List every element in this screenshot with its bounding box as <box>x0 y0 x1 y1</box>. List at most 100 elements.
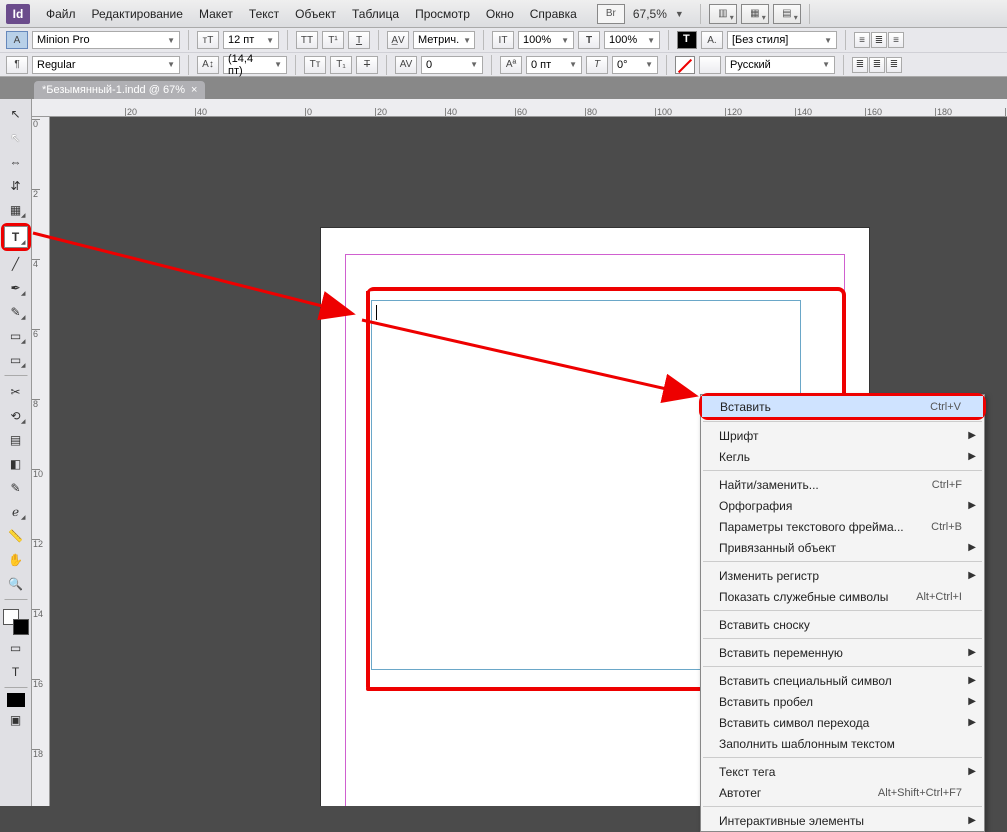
underline-button[interactable]: T <box>348 31 370 49</box>
menu-view[interactable]: Просмотр <box>409 5 476 23</box>
kern-field[interactable]: Метрич.▼ <box>413 31 475 49</box>
document-tab[interactable]: *Безымянный-1.indd @ 67% × <box>34 81 205 99</box>
skew-value: 0° <box>617 59 628 71</box>
rectangle-tool[interactable]: ▭◢ <box>4 349 28 371</box>
page-tool[interactable]: ⇔ <box>4 151 28 173</box>
font-family-field[interactable]: Minion Pro ▼ <box>32 31 180 49</box>
ctx-placeholder[interactable]: Заполнить шаблонным текстом <box>701 733 984 754</box>
note-tool[interactable]: ✎ <box>4 477 28 499</box>
apply-color-button[interactable] <box>7 693 25 707</box>
ctx-footnote[interactable]: Вставить сноску <box>701 614 984 635</box>
char-style-field[interactable]: [Без стиля]▼ <box>727 31 837 49</box>
text-cursor <box>376 305 377 320</box>
hand-tool[interactable]: ✋ <box>4 549 28 571</box>
align-left[interactable]: ≡ <box>854 32 870 48</box>
subscript-button[interactable]: T₁ <box>330 56 352 74</box>
justify-left[interactable]: ≣ <box>852 57 868 73</box>
menu-layout[interactable]: Макет <box>193 5 239 23</box>
pen-tool[interactable]: ✒◢ <box>4 277 28 299</box>
rectangle-frame-tool[interactable]: ▭◢ <box>4 325 28 347</box>
ctx-tagtext[interactable]: Текст тега ▶ <box>701 761 984 782</box>
zoom-tool[interactable]: 🔍 <box>4 573 28 595</box>
eyedropper-tool[interactable]: ℯ◢ <box>4 501 28 523</box>
selection-tool[interactable]: ↖ <box>4 103 28 125</box>
zoom-level[interactable]: 67,5% <box>629 7 671 21</box>
ctx-changecase[interactable]: Изменить регистр ▶ <box>701 565 984 586</box>
fill-stroke-proxy[interactable] <box>3 609 29 635</box>
smallcaps-button[interactable]: Tᴛ <box>304 56 326 74</box>
ctx-hidden[interactable]: Показать служебные символы Alt+Ctrl+I <box>701 586 984 607</box>
ctx-find[interactable]: Найти/заменить... Ctrl+F <box>701 474 984 495</box>
baseline-field[interactable]: 0 пт▼ <box>526 56 582 74</box>
direct-selection-tool[interactable]: ↖ <box>4 127 28 149</box>
ctx-font[interactable]: Шрифт ▶ <box>701 425 984 446</box>
ctx-find-label: Найти/заменить... <box>719 478 819 492</box>
menu-window[interactable]: Окно <box>480 5 520 23</box>
hscale-value: 100% <box>609 34 637 46</box>
screen-mode-btn[interactable]: ▣ <box>4 709 28 731</box>
menu-object[interactable]: Объект <box>289 5 342 23</box>
fill-color-swatch[interactable]: T <box>677 31 697 49</box>
hscale-field[interactable]: 100%▼ <box>604 31 660 49</box>
menu-text[interactable]: Текст <box>243 5 285 23</box>
menu-file[interactable]: Файл <box>40 5 82 23</box>
allcaps-button[interactable]: TT <box>296 31 318 49</box>
ruler-horizontal[interactable]: 4020020406080100120140160180200 <box>32 99 1007 117</box>
zoom-dropdown-icon[interactable]: ▼ <box>675 9 692 19</box>
justify-center[interactable]: ≣ <box>869 57 885 73</box>
skew-field[interactable]: 0°▼ <box>612 56 658 74</box>
ctx-paste[interactable]: Вставить Ctrl+V <box>702 396 983 417</box>
measure-tool[interactable]: 📏 <box>4 525 28 547</box>
ctx-interactive[interactable]: Интерактивные элементы ▶ <box>701 810 984 831</box>
ctx-anchored[interactable]: Привязанный объект ▶ <box>701 537 984 558</box>
strike-button[interactable]: T <box>356 56 378 74</box>
align-right[interactable]: ≡ <box>888 32 904 48</box>
menu-help[interactable]: Справка <box>524 5 583 23</box>
menu-table[interactable]: Таблица <box>346 5 405 23</box>
close-tab-icon[interactable]: × <box>191 84 197 96</box>
ctx-space[interactable]: Вставить пробел ▶ <box>701 691 984 712</box>
menu-edit[interactable]: Редактирование <box>86 5 189 23</box>
superscript-button[interactable]: T¹ <box>322 31 344 49</box>
ctx-spell[interactable]: Орфография ▶ <box>701 495 984 516</box>
bridge-button[interactable]: Br <box>597 4 625 24</box>
ctx-variable[interactable]: Вставить переменную ▶ <box>701 642 984 663</box>
ctx-break[interactable]: Вставить символ перехода ▶ <box>701 712 984 733</box>
view-options-button[interactable]: ▤ <box>773 4 801 24</box>
font-size-field[interactable]: 12 пт▼ <box>223 31 279 49</box>
ctx-autotag[interactable]: Автотег Alt+Shift+Ctrl+F7 <box>701 782 984 803</box>
gap-tool[interactable]: ⇵ <box>4 175 28 197</box>
line-tool[interactable]: ╱ <box>4 253 28 275</box>
vscale-value: 100% <box>523 34 551 46</box>
format-text-button[interactable]: T <box>4 661 28 683</box>
justify-right[interactable]: ≣ <box>886 57 902 73</box>
ctx-placeholder-label: Заполнить шаблонным текстом <box>719 737 895 751</box>
leading-field[interactable]: (14,4 пт)▼ <box>223 56 287 74</box>
language-field[interactable]: Русский▼ <box>725 56 835 74</box>
free-transform-tool[interactable]: ⟲◢ <box>4 405 28 427</box>
ctx-size[interactable]: Кегль ▶ <box>701 446 984 467</box>
format-container-button[interactable]: ▭ <box>4 637 28 659</box>
pencil-tool[interactable]: ✎◢ <box>4 301 28 323</box>
ctx-special-char[interactable]: Вставить специальный символ ▶ <box>701 670 984 691</box>
char-formatting-mode[interactable]: A <box>6 31 28 49</box>
tool-divider-3 <box>4 687 28 689</box>
stroke-proxy[interactable] <box>13 619 29 635</box>
content-collector-tool[interactable]: ▦◢ <box>4 199 28 221</box>
gradient-feather-tool[interactable]: ◧ <box>4 453 28 475</box>
align-center[interactable]: ≣ <box>871 32 887 48</box>
scissors-tool[interactable]: ✂ <box>4 381 28 403</box>
screen-mode-button[interactable]: ▥ <box>709 4 737 24</box>
vscale-field[interactable]: 100%▼ <box>518 31 574 49</box>
type-tool[interactable]: T◢ <box>4 226 28 248</box>
font-style-field[interactable]: Regular ▼ <box>32 56 180 74</box>
ruler-vertical[interactable]: 024681012141618 <box>32 117 50 806</box>
gradient-swatch-tool[interactable]: ▤ <box>4 429 28 451</box>
skew-icon: T <box>586 56 608 74</box>
para-formatting-mode[interactable]: ¶ <box>6 56 28 74</box>
ctx-frame-options[interactable]: Параметры текстового фрейма... Ctrl+B <box>701 516 984 537</box>
submenu-icon: ▶ <box>968 542 976 553</box>
arrange-docs-button[interactable]: ▦ <box>741 4 769 24</box>
tracking-field[interactable]: 0▼ <box>421 56 483 74</box>
stroke-color-swatch[interactable] <box>675 56 695 74</box>
